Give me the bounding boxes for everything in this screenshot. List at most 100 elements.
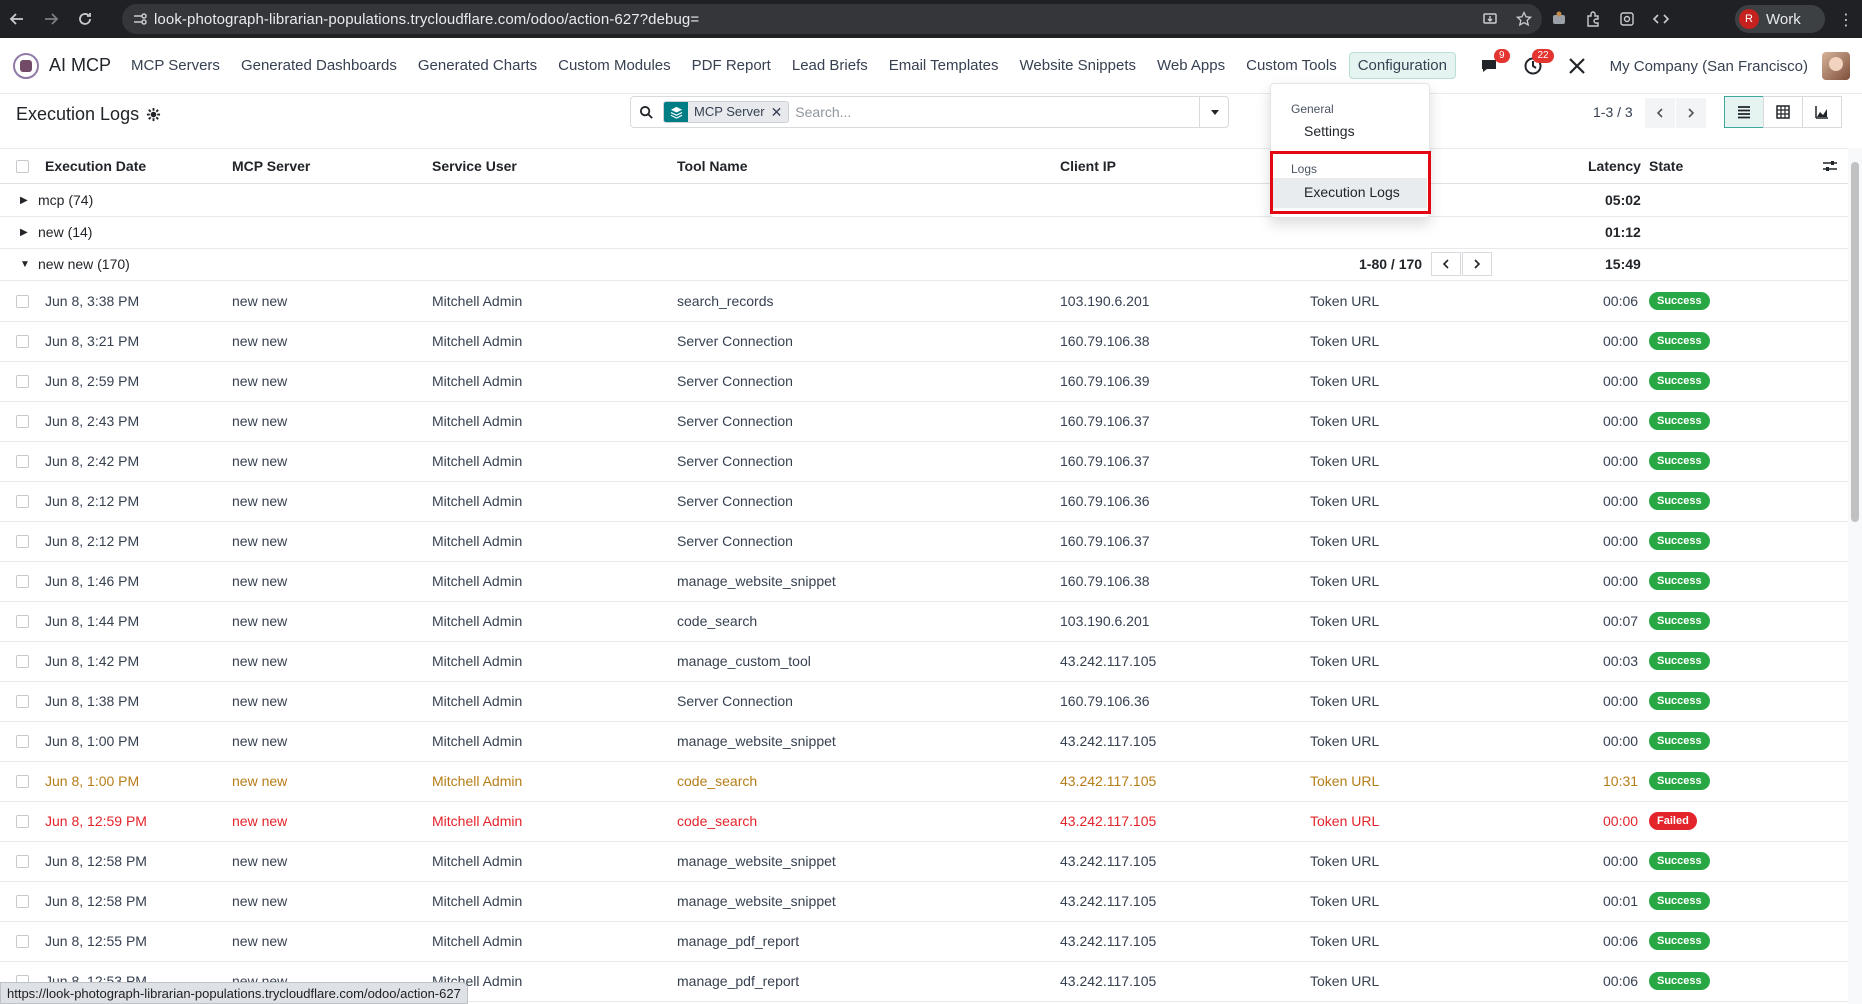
group-row-mcp[interactable]: ▶ mcp (74) 05:02 [0,185,1848,217]
row-checkbox[interactable] [16,375,29,388]
user-avatar[interactable] [1822,52,1850,80]
table-row[interactable]: Jun 8, 3:38 PM new new Mitchell Admin searc… [0,282,1848,322]
screenshot-icon[interactable] [1618,10,1636,28]
table-row[interactable]: Jun 8, 2:59 PM new new Mitchell Admin Serve… [0,362,1848,402]
row-checkbox[interactable] [16,615,29,628]
table-row[interactable]: Jun 8, 12:58 PM new new Mitchell Admin mana… [0,842,1848,882]
table-row[interactable]: Jun 8, 1:46 PM new new Mitchell Admin manag… [0,562,1848,602]
header-client-ip[interactable]: Client IP [1060,158,1116,174]
row-checkbox[interactable] [16,935,29,948]
header-tool-name[interactable]: Tool Name [677,158,748,174]
company-switcher[interactable]: My Company (San Francisco) [1610,58,1808,75]
cell-execution-date: Jun 8, 2:43 PM [45,413,140,429]
table-row[interactable]: Jun 8, 1:00 PM new new Mitchell Admin manag… [0,722,1848,762]
table-row[interactable]: Jun 8, 12:55 PM new new Mitchell Admin mana… [0,922,1848,962]
facet-value: MCP Server [688,102,771,122]
header-mcp-server[interactable]: MCP Server [232,158,310,174]
pager-next-button[interactable] [1676,98,1706,128]
group-row-new[interactable]: ▶ new (14) 01:12 [0,217,1848,249]
app-logo-icon[interactable] [13,52,39,79]
header-service-user[interactable]: Service User [432,158,517,174]
row-checkbox[interactable] [16,535,29,548]
install-app-icon[interactable] [1482,11,1498,27]
menu-custom-modules[interactable]: Custom Modules [558,57,671,74]
site-info-icon[interactable] [126,4,154,34]
graph-view-button[interactable] [1802,96,1842,128]
pivot-view-button[interactable] [1763,96,1803,128]
dropdown-item-settings[interactable]: Settings [1304,123,1355,139]
devtools-code-icon[interactable] [1652,10,1670,28]
table-row[interactable]: Jun 8, 1:42 PM new new Mitchell Admin manag… [0,642,1848,682]
table-row[interactable]: Jun 8, 12:59 PM new new Mitchell Admin code… [0,802,1848,842]
row-checkbox[interactable] [16,895,29,908]
search-bar[interactable]: MCP Server ✕ [630,96,1229,128]
header-execution-date[interactable]: Execution Date [45,158,146,174]
menu-generated-dashboards[interactable]: Generated Dashboards [241,57,397,74]
menu-website-snippets[interactable]: Website Snippets [1020,57,1136,74]
group-pager-previous[interactable] [1431,252,1461,276]
row-checkbox[interactable] [16,335,29,348]
row-checkbox[interactable] [16,855,29,868]
menu-pdf-report[interactable]: PDF Report [692,57,771,74]
gear-icon[interactable] [146,107,161,122]
debug-tools-button[interactable] [1566,55,1588,77]
address-bar[interactable]: look-photograph-librarian-populations.tr… [122,4,1542,34]
menu-custom-tools[interactable]: Custom Tools [1246,57,1337,74]
profile-button[interactable]: R Work [1735,5,1825,33]
search-options-toggle[interactable] [1199,96,1229,128]
table-row[interactable]: Jun 8, 1:38 PM new new Mitchell Admin Serve… [0,682,1848,722]
search-icon[interactable] [631,105,661,120]
bookmark-star-icon[interactable] [1516,11,1532,27]
header-latency[interactable]: Latency [1588,158,1641,174]
table-row[interactable]: Jun 8, 1:00 PM new new Mitchell Admin code_… [0,762,1848,802]
row-checkbox[interactable] [16,295,29,308]
table-row[interactable]: Jun 8, 2:43 PM new new Mitchell Admin Serve… [0,402,1848,442]
menu-lead-briefs[interactable]: Lead Briefs [792,57,868,74]
menu-generated-charts[interactable]: Generated Charts [418,57,537,74]
table-row[interactable]: Jun 8, 2:12 PM new new Mitchell Admin Serve… [0,482,1848,522]
table-row[interactable]: Jun 8, 1:44 PM new new Mitchell Admin code_… [0,602,1848,642]
extension-icon[interactable] [1550,10,1568,28]
activities-button[interactable]: 22 [1522,49,1554,77]
header-state[interactable]: State [1649,158,1683,174]
reload-button[interactable] [68,0,102,38]
scrollbar[interactable] [1848,148,1862,1004]
search-input[interactable] [795,104,1176,120]
cell-auth-method: Token URL [1310,293,1380,309]
puzzle-extensions-icon[interactable] [1584,10,1602,28]
row-checkbox[interactable] [16,495,29,508]
menu-mcp-servers[interactable]: MCP Servers [131,57,220,74]
row-checkbox[interactable] [16,455,29,468]
group-pager-next[interactable] [1462,252,1492,276]
menu-email-templates[interactable]: Email Templates [889,57,999,74]
row-checkbox[interactable] [16,735,29,748]
chrome-menu-icon[interactable]: ⋮ [1838,10,1854,30]
pager-previous-button[interactable] [1645,98,1675,128]
row-checkbox[interactable] [16,415,29,428]
menu-web-apps[interactable]: Web Apps [1157,57,1225,74]
table-row[interactable]: Jun 8, 12:58 PM new new Mitchell Admin mana… [0,882,1848,922]
row-checkbox[interactable] [16,695,29,708]
scrollbar-thumb[interactable] [1851,162,1859,522]
menu-configuration[interactable]: Configuration [1348,52,1456,79]
select-all-checkbox[interactable] [16,160,29,173]
row-checkbox[interactable] [16,775,29,788]
group-pager-value[interactable]: 1-80 / 170 [1359,256,1422,272]
cell-auth-method: Token URL [1310,653,1380,669]
table-row[interactable]: Jun 8, 2:42 PM new new Mitchell Admin Serve… [0,442,1848,482]
cell-execution-date: Jun 8, 1:38 PM [45,693,140,709]
facet-remove-icon[interactable]: ✕ [770,102,789,122]
forward-button[interactable] [34,0,68,38]
messages-button[interactable]: 9 [1478,49,1510,77]
optional-columns-toggle[interactable] [1822,158,1838,177]
pager-value[interactable]: 1-3 / 3 [1593,104,1633,120]
table-row[interactable]: Jun 8, 3:21 PM new new Mitchell Admin Serve… [0,322,1848,362]
row-checkbox[interactable] [16,655,29,668]
row-checkbox[interactable] [16,575,29,588]
back-button[interactable] [0,0,34,38]
table-row[interactable]: Jun 8, 2:12 PM new new Mitchell Admin Serve… [0,522,1848,562]
list-view-button[interactable] [1724,96,1764,128]
row-checkbox[interactable] [16,815,29,828]
group-row-new-new[interactable]: ▼ new new (170) 1-80 / 170 15:49 [0,249,1848,281]
app-name[interactable]: AI MCP [49,55,111,76]
